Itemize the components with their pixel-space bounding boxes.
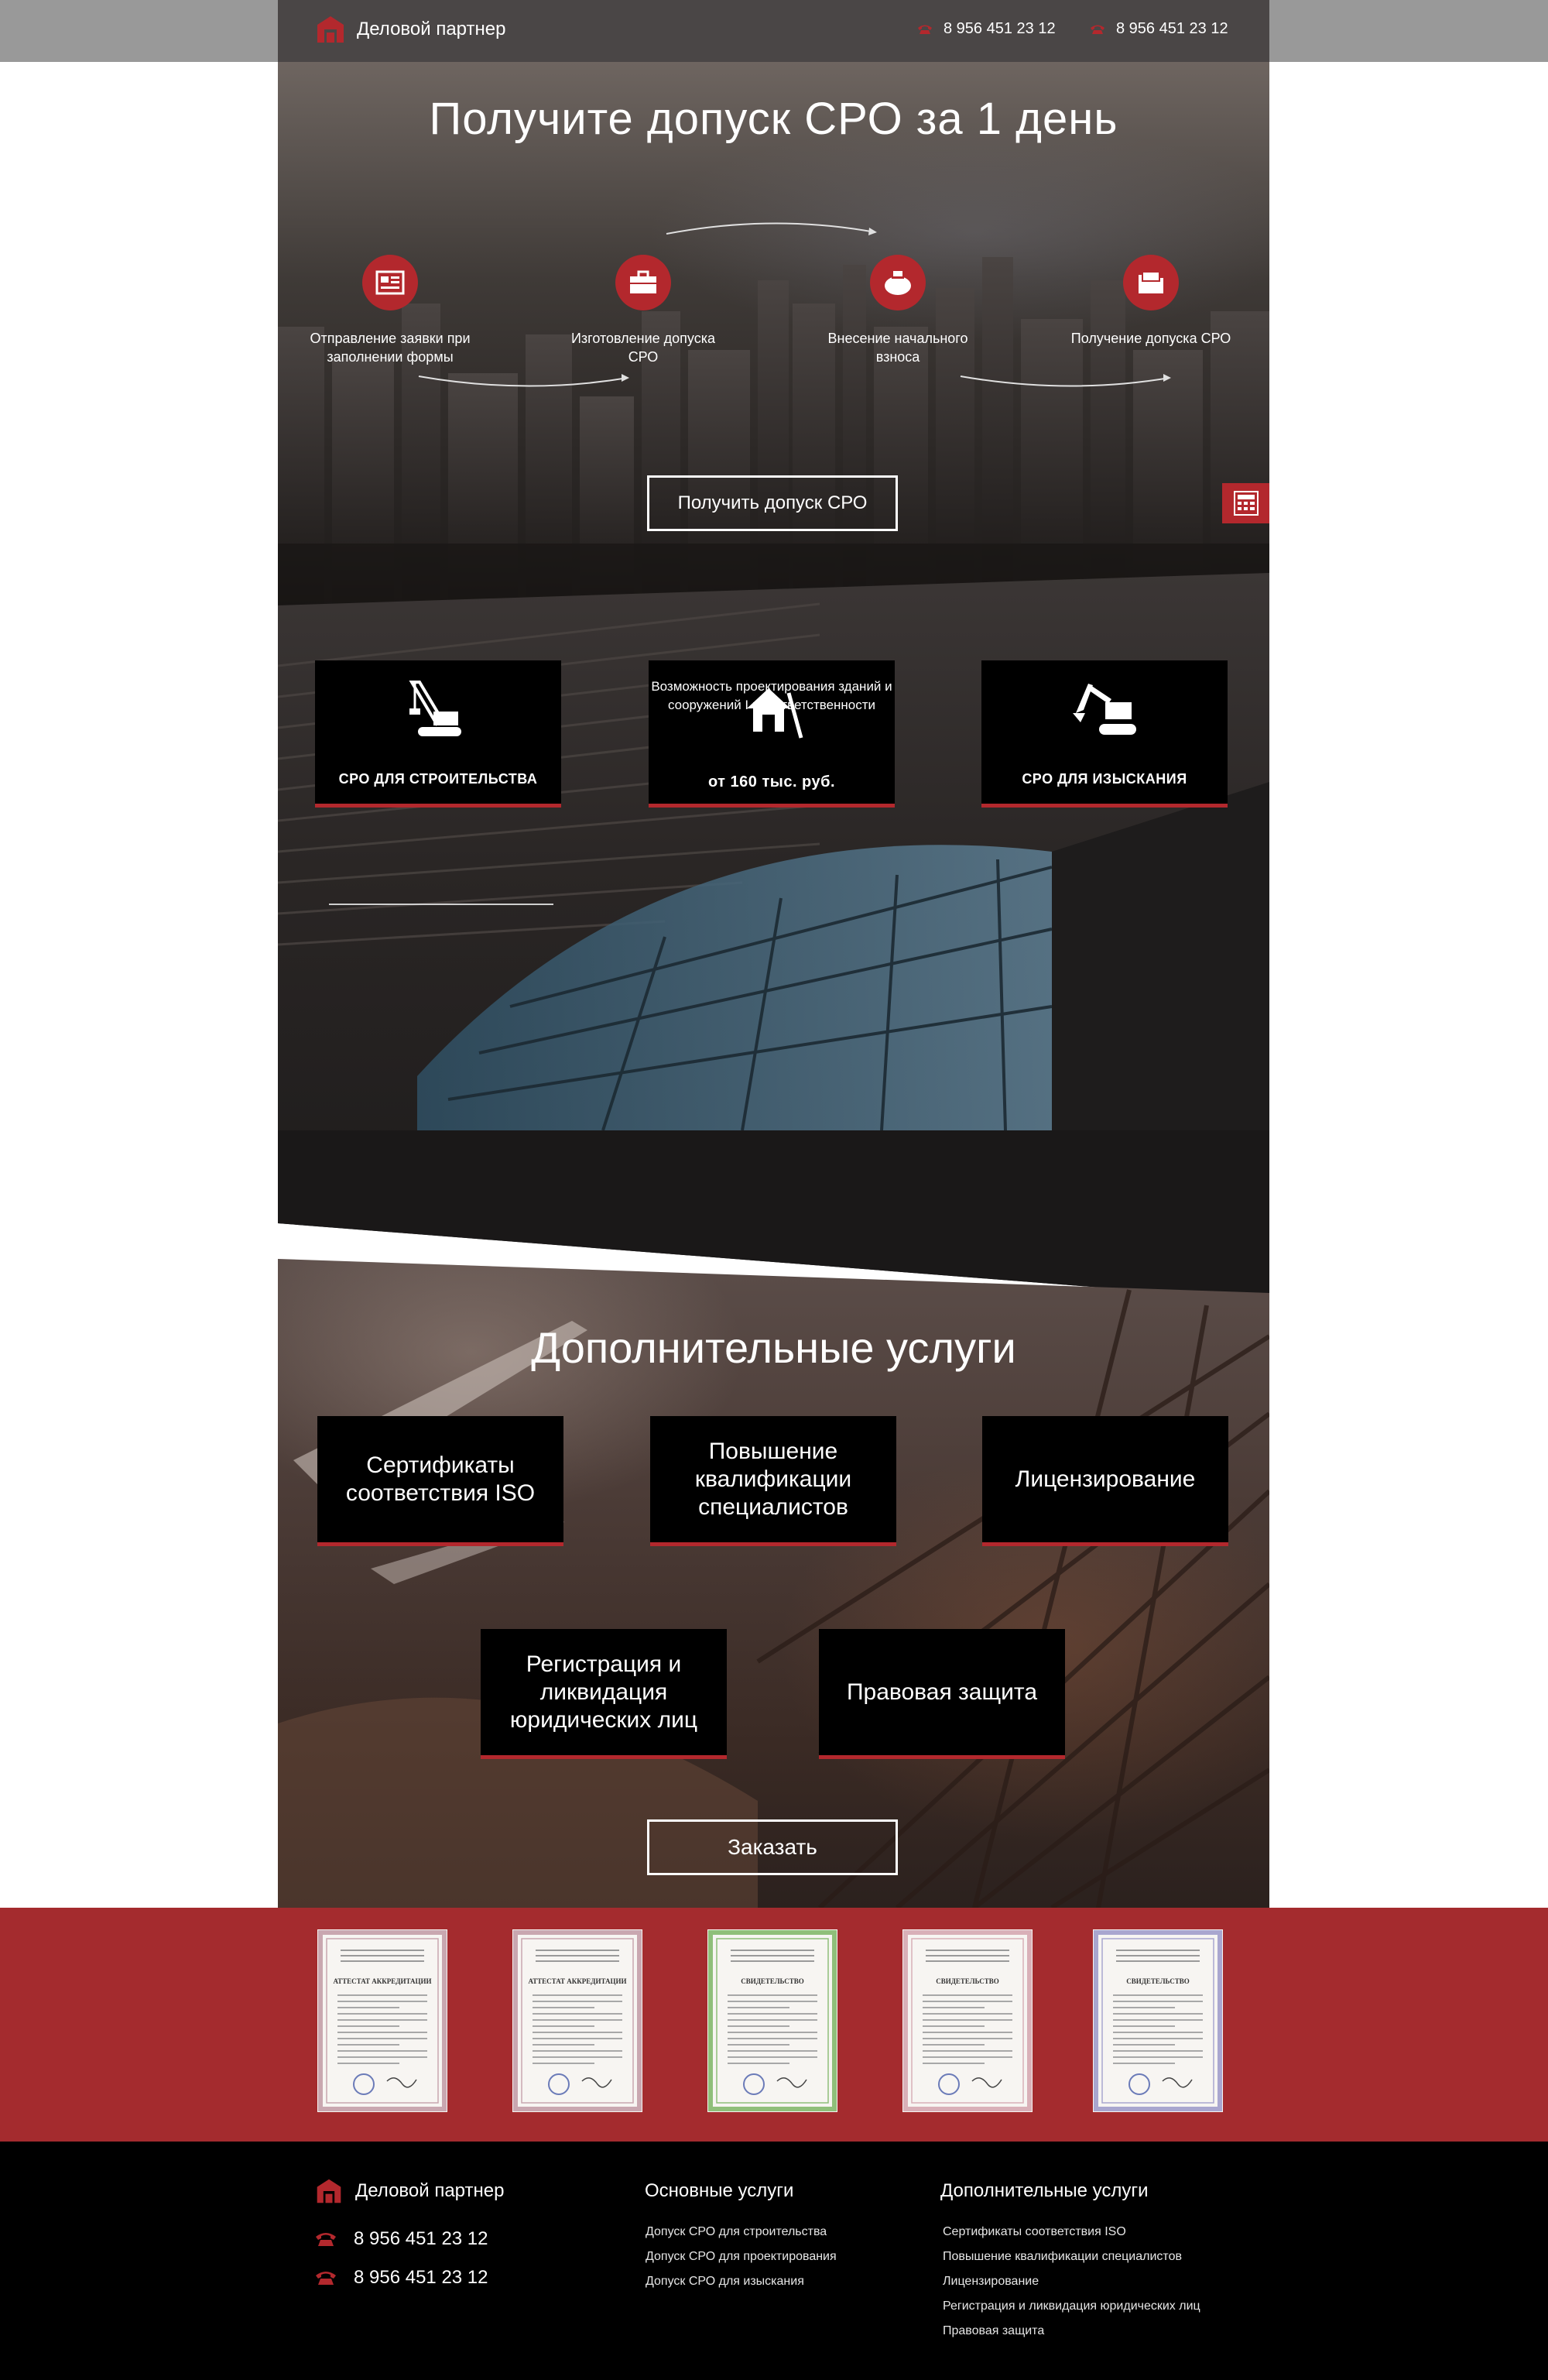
footer-link-licensing[interactable]: Лицензирование (943, 2275, 1039, 2289)
footer-brand-name: Деловой партнер (355, 2180, 505, 2201)
money-bag-icon (870, 255, 926, 310)
header: Деловой партнер 8 956 451 23 12 8 956 45… (278, 0, 1269, 62)
certificate-heading: СВИДЕТЕЛЬСТВО (741, 1977, 804, 1985)
footer-link-iso[interactable]: Сертификаты соответствия ISO (943, 2225, 1126, 2239)
arrow-decoration (960, 374, 1171, 387)
arrow-decoration (418, 374, 629, 387)
divider-line (329, 904, 553, 905)
certificate-image: СВИДЕТЕЛЬСТВО (1093, 1929, 1223, 2112)
hero-title: Получите допуск СРО за 1 день (429, 94, 1118, 144)
application-form-icon (362, 255, 418, 310)
certificate-image: АТТЕСТАТ АККРЕДИТАЦИИ (512, 1929, 642, 2112)
footer-brand[interactable]: Деловой партнер (315, 2177, 504, 2205)
step-label: Получение допуска СРО (1070, 331, 1231, 346)
footer-extra-services-title: Дополнительные услуги (940, 2180, 1149, 2201)
service-qualification[interactable]: Повышение квалификации специалистов (650, 1416, 896, 1546)
certificate-heading: СВИДЕТЕЛЬСТВО (1126, 1977, 1190, 1985)
footer-phone-number: 8 956 451 23 12 (354, 2228, 488, 2249)
footer-phone-2[interactable]: 8 956 451 23 12 (315, 2267, 488, 2289)
extra-services-section: Дополнительные услуги Сертификаты соотве… (278, 1259, 1269, 1908)
certificate-thumbnail[interactable]: СВИДЕТЕЛЬСТВО (1093, 1929, 1223, 2112)
folder-icon (1123, 255, 1179, 310)
footer-main-services-title: Основные услуги (645, 2180, 794, 2201)
service-iso-certificates[interactable]: Сертификаты соответствия ISO (317, 1416, 563, 1546)
calculator-icon (1233, 491, 1259, 516)
step-4: Получение допуска СРО (1066, 255, 1236, 348)
certificate-heading: СВИДЕТЕЛЬСТВО (936, 1977, 999, 1985)
footer-phone-1[interactable]: 8 956 451 23 12 (315, 2228, 488, 2250)
footer: Деловой партнер 8 956 451 23 12 8 956 45… (0, 2142, 1548, 2380)
step-label: Изготовление допуска СРО (570, 331, 716, 365)
step-1: Отправление заявки при заполнении формы (305, 255, 475, 366)
header-phone-2[interactable]: 8 956 451 23 12 (1090, 20, 1228, 38)
brand-name: Деловой партнер (357, 19, 506, 39)
certificates-band: АТТЕСТАТ АККРЕДИТАЦИИ АТТЕСТАТ АККРЕДИТАЦ… (0, 1908, 1548, 2142)
certificate-heading: АТТЕСТАТ АККРЕДИТАЦИИ (333, 1977, 431, 1985)
step-label: Отправление заявки при заполнении формы (310, 331, 471, 365)
step-label: Внесение начального взноса (827, 331, 968, 365)
footer-link-qualification[interactable]: Повышение квалификации специалистов (943, 2250, 1182, 2264)
sro-section: СРО ДЛЯ СТРОИТЕЛЬСТВА Возможность проект… (278, 573, 1269, 1301)
certificate-thumbnail[interactable]: АТТЕСТАТ АККРЕДИТАЦИИ (317, 1929, 447, 2112)
footer-link-legal[interactable]: Правовая защита (943, 2324, 1044, 2338)
briefcase-icon (615, 255, 671, 310)
sro-construction-card[interactable]: СРО ДЛЯ СТРОИТЕЛЬСТВА (315, 660, 561, 808)
footer-link-sro-design[interactable]: Допуск СРО для проектирования (646, 2250, 837, 2264)
footer-phone-number: 8 956 451 23 12 (354, 2267, 488, 2288)
phone-icon (1091, 25, 1104, 34)
service-registration[interactable]: Регистрация и ликвидация юридических лиц (481, 1629, 727, 1759)
card-title: СРО ДЛЯ СТРОИТЕЛЬСТВА (338, 771, 538, 787)
header-phone-number: 8 956 451 23 12 (1116, 20, 1228, 37)
sro-survey-card[interactable]: СРО ДЛЯ ИЗЫСКАНИЯ (981, 660, 1228, 808)
sro-design-card[interactable]: Возможность проектирования зданий и соор… (649, 660, 895, 808)
header-phone-1[interactable]: 8 956 451 23 12 (917, 20, 1056, 38)
service-licensing[interactable]: Лицензирование (982, 1416, 1228, 1546)
header-phone-number: 8 956 451 23 12 (944, 20, 1056, 37)
get-sro-button[interactable]: Получить допуск СРО (647, 475, 898, 531)
footer-link-sro-construction[interactable]: Допуск СРО для строительства (646, 2225, 827, 2239)
certificate-thumbnail[interactable]: СВИДЕТЕЛЬСТВО (902, 1929, 1033, 2112)
house-logo-icon (317, 16, 344, 43)
card-title: СРО ДЛЯ ИЗЫСКАНИЯ (1022, 771, 1187, 787)
certificate-heading: АТТЕСТАТ АККРЕДИТАЦИИ (528, 1977, 626, 1985)
house-logo-icon (317, 2179, 341, 2203)
certificate-image: АТТЕСТАТ АККРЕДИТАЦИИ (317, 1929, 447, 2112)
card-subtitle: Возможность проектирования зданий и соор… (651, 679, 892, 712)
footer-link-registration[interactable]: Регистрация и ликвидация юридических лиц (943, 2299, 1200, 2313)
step-2: Изготовление допуска СРО (558, 255, 728, 366)
crane-icon (409, 681, 461, 736)
hero-section: Получите допуск СРО за 1 день Отправлени… (278, 62, 1269, 605)
calculator-button[interactable] (1222, 483, 1269, 523)
arrow-decoration (666, 222, 877, 235)
service-legal-protection[interactable]: Правовая защита (819, 1629, 1065, 1759)
phone-icon (316, 2233, 336, 2246)
certificate-thumbnail[interactable]: СВИДЕТЕЛЬСТВО (707, 1929, 837, 2112)
certificate-thumbnail[interactable]: АТТЕСТАТ АККРЕДИТАЦИИ (512, 1929, 642, 2112)
brand[interactable]: Деловой партнер (315, 14, 505, 45)
phone-icon (316, 2272, 336, 2285)
phone-icon (918, 25, 932, 34)
top-bar: Деловой партнер 8 956 451 23 12 8 956 45… (0, 0, 1548, 62)
extra-services-title: Дополнительные услуги (531, 1323, 1016, 1372)
excavator-icon (1073, 684, 1136, 735)
certificate-image: СВИДЕТЕЛЬСТВО (902, 1929, 1033, 2112)
order-button[interactable]: Заказать (647, 1819, 898, 1875)
footer-link-sro-survey[interactable]: Допуск СРО для изыскания (646, 2275, 804, 2289)
step-3: Внесение начального взноса (813, 255, 983, 366)
certificate-image: СВИДЕТЕЛЬСТВО (707, 1929, 837, 2112)
card-price: от 160 тыс. руб. (707, 773, 836, 790)
